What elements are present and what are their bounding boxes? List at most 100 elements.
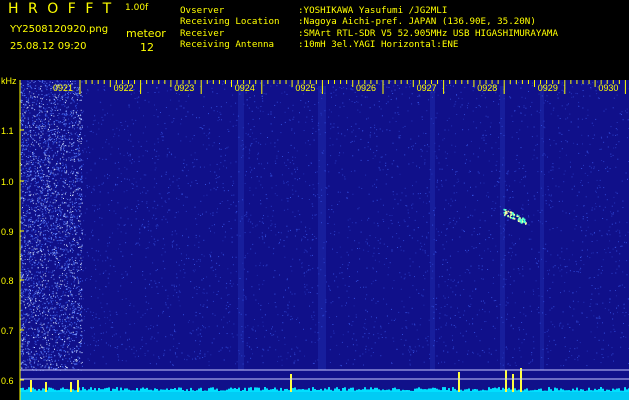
noise-speckle <box>61 236 63 238</box>
noise-speckle <box>304 283 306 285</box>
noise-speckle <box>90 296 92 297</box>
noise-speckle <box>625 312 627 313</box>
noise-speckle <box>26 231 28 233</box>
noise-speckle <box>427 144 428 146</box>
noise-speckle <box>131 253 133 255</box>
noise-speckle <box>569 347 571 349</box>
noise-speckle <box>590 310 592 312</box>
noise-speckle <box>333 234 335 236</box>
noise-speckle <box>256 346 258 348</box>
noise-speckle <box>605 168 607 170</box>
noise-speckle <box>351 249 353 251</box>
noise-speckle <box>518 338 520 340</box>
noise-speckle <box>55 101 56 103</box>
noise-speckle <box>557 97 559 99</box>
noise-speckle <box>270 142 272 144</box>
info-row-observer: Ovserver :YOSHIKAWA Yasufumi /JG2MLI <box>180 5 558 16</box>
noise-speckle <box>270 111 272 113</box>
noise-speckle <box>81 127 83 129</box>
noise-speckle <box>414 276 415 278</box>
noise-speckle <box>436 186 438 188</box>
noise-speckle <box>167 295 169 297</box>
noise-speckle <box>461 98 463 100</box>
noise-speckle <box>224 88 226 90</box>
noise-speckle <box>206 306 208 308</box>
noise-speckle <box>249 187 251 189</box>
noise-speckle <box>177 133 179 135</box>
noise-speckle <box>217 208 218 210</box>
noise-speckle <box>86 278 88 279</box>
noise-speckle <box>568 290 570 292</box>
noise-speckle <box>283 245 285 247</box>
noise-speckle <box>58 168 60 170</box>
noise-speckle <box>206 276 208 278</box>
noise-speckle <box>612 107 614 109</box>
noise-speckle <box>27 223 29 225</box>
noise-speckle <box>611 215 613 217</box>
noise-speckle <box>73 110 75 112</box>
noise-speckle <box>174 324 175 326</box>
noise-speckle <box>135 211 137 213</box>
noise-speckle <box>43 205 45 207</box>
noise-speckle <box>79 343 81 345</box>
noise-speckle <box>524 176 526 178</box>
noise-speckle <box>24 216 26 218</box>
noise-speckle <box>55 217 57 219</box>
noise-speckle <box>218 116 220 118</box>
noise-speckle <box>378 106 380 108</box>
noise-speckle <box>311 118 313 120</box>
noise-speckle <box>575 92 577 94</box>
noise-speckle <box>35 183 37 185</box>
noise-speckle <box>216 325 218 327</box>
noise-speckle <box>23 313 25 315</box>
noise-speckle <box>81 199 83 201</box>
noise-speckle <box>282 315 284 316</box>
noise-speckle <box>482 278 484 280</box>
noise-speckle <box>91 327 93 329</box>
noise-speckle <box>626 112 628 114</box>
noise-speckle <box>365 351 367 353</box>
noise-speckle <box>126 178 128 180</box>
noise-speckle <box>475 107 477 108</box>
noise-speckle <box>39 206 41 208</box>
noise-speckle <box>378 100 380 102</box>
noise-speckle <box>366 294 368 296</box>
noise-speckle <box>398 130 400 132</box>
noise-speckle <box>367 160 369 161</box>
noise-speckle <box>605 252 607 254</box>
noise-speckle <box>103 271 105 273</box>
noise-speckle <box>577 118 579 120</box>
noise-speckle <box>373 247 375 249</box>
noise-speckle <box>32 312 34 314</box>
noise-speckle <box>112 129 114 131</box>
noise-speckle <box>339 353 340 355</box>
noise-speckle <box>158 193 160 195</box>
noise-speckle <box>219 143 220 144</box>
file-name: YY2508120920.png <box>10 24 109 35</box>
noise-speckle <box>527 203 529 205</box>
noise-speckle <box>524 291 525 293</box>
noise-speckle <box>528 362 530 364</box>
noise-speckle <box>451 125 453 127</box>
noise-speckle <box>334 280 336 282</box>
noise-speckle <box>459 217 460 219</box>
noise-speckle <box>173 175 175 177</box>
noise-speckle <box>355 316 357 318</box>
noise-speckle <box>456 192 458 194</box>
noise-speckle <box>230 176 232 178</box>
noise-speckle <box>581 118 583 120</box>
noise-speckle <box>35 353 37 355</box>
noise-speckle <box>578 105 580 107</box>
noise-speckle <box>290 265 292 267</box>
hrofft-window: HROFFT 1.00f YY2508120920.png 25.08.12 0… <box>0 0 629 400</box>
noise-speckle <box>184 272 186 274</box>
noise-speckle <box>514 171 516 172</box>
noise-speckle <box>244 257 246 259</box>
noise-speckle <box>478 172 480 174</box>
noise-speckle <box>119 153 121 155</box>
noise-speckle <box>142 271 144 272</box>
noise-speckle <box>309 144 311 146</box>
noise-speckle <box>472 90 474 92</box>
noise-speckle <box>44 255 46 257</box>
noise-speckle <box>428 212 430 214</box>
